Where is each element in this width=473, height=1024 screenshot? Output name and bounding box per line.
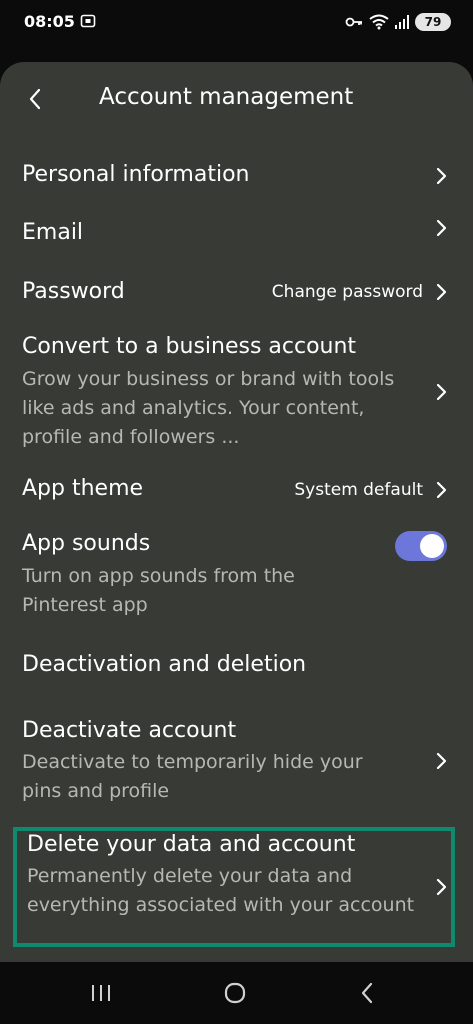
password-row[interactable]: Password Change password — [0, 272, 473, 316]
app-sounds-toggle[interactable] — [395, 531, 447, 561]
screen-record-icon — [80, 14, 96, 28]
delete-row-highlight — [13, 827, 455, 947]
deactivate-account-label: Deactivate account — [22, 718, 237, 743]
chevron-left-icon — [29, 88, 41, 110]
back-nav-button[interactable] — [352, 978, 382, 1008]
chevron-right-icon — [436, 383, 447, 401]
email-row[interactable]: Email — [0, 214, 473, 258]
personal-information-row[interactable]: Personal information — [0, 154, 473, 198]
page-title: Account management — [99, 84, 354, 110]
status-bar: 08:05 79 — [0, 0, 473, 46]
home-button[interactable] — [220, 978, 250, 1008]
deactivate-account-row[interactable]: Deactivate account Deactivate to tempora… — [0, 712, 473, 808]
app-theme-value: System default — [294, 480, 423, 500]
convert-business-label: Convert to a business account — [22, 334, 357, 359]
wifi-icon — [369, 14, 389, 30]
app-theme-row[interactable]: App theme System default — [0, 470, 473, 514]
chevron-right-icon — [436, 167, 447, 185]
convert-business-description: Grow your business or brand with tools l… — [22, 368, 395, 448]
chevron-right-icon — [436, 219, 447, 237]
section-heading-deactivation: Deactivation and deletion — [22, 652, 307, 677]
system-navigation-bar — [0, 962, 473, 1024]
back-nav-icon — [361, 982, 373, 1004]
recent-apps-icon — [92, 985, 110, 1001]
app-sounds-row: App sounds Turn on app sounds from the P… — [0, 526, 473, 622]
app-sounds-label: App sounds — [22, 531, 151, 556]
app-sounds-description: Turn on app sounds from the Pinterest ap… — [22, 565, 295, 616]
battery-indicator: 79 — [415, 13, 451, 31]
email-label: Email — [22, 220, 84, 245]
header: Account management — [0, 62, 473, 138]
change-password-link[interactable]: Change password — [272, 282, 423, 302]
recent-apps-button[interactable] — [86, 978, 116, 1008]
back-button[interactable] — [18, 82, 52, 116]
chevron-right-icon — [436, 752, 447, 770]
status-time: 08:05 — [24, 12, 75, 31]
signal-icon — [395, 15, 409, 29]
toggle-knob — [420, 534, 444, 558]
convert-business-account-row[interactable]: Convert to a business account Grow your … — [0, 330, 473, 454]
key-icon — [345, 17, 362, 27]
deactivate-account-description: Deactivate to temporarily hide your pins… — [22, 751, 363, 802]
status-icons: 79 — [339, 12, 451, 32]
personal-information-label: Personal information — [22, 162, 250, 187]
chevron-right-icon — [436, 481, 447, 499]
chevron-right-icon — [436, 283, 447, 301]
home-icon — [224, 982, 246, 1004]
password-label: Password — [22, 279, 125, 304]
app-theme-label: App theme — [22, 476, 144, 501]
